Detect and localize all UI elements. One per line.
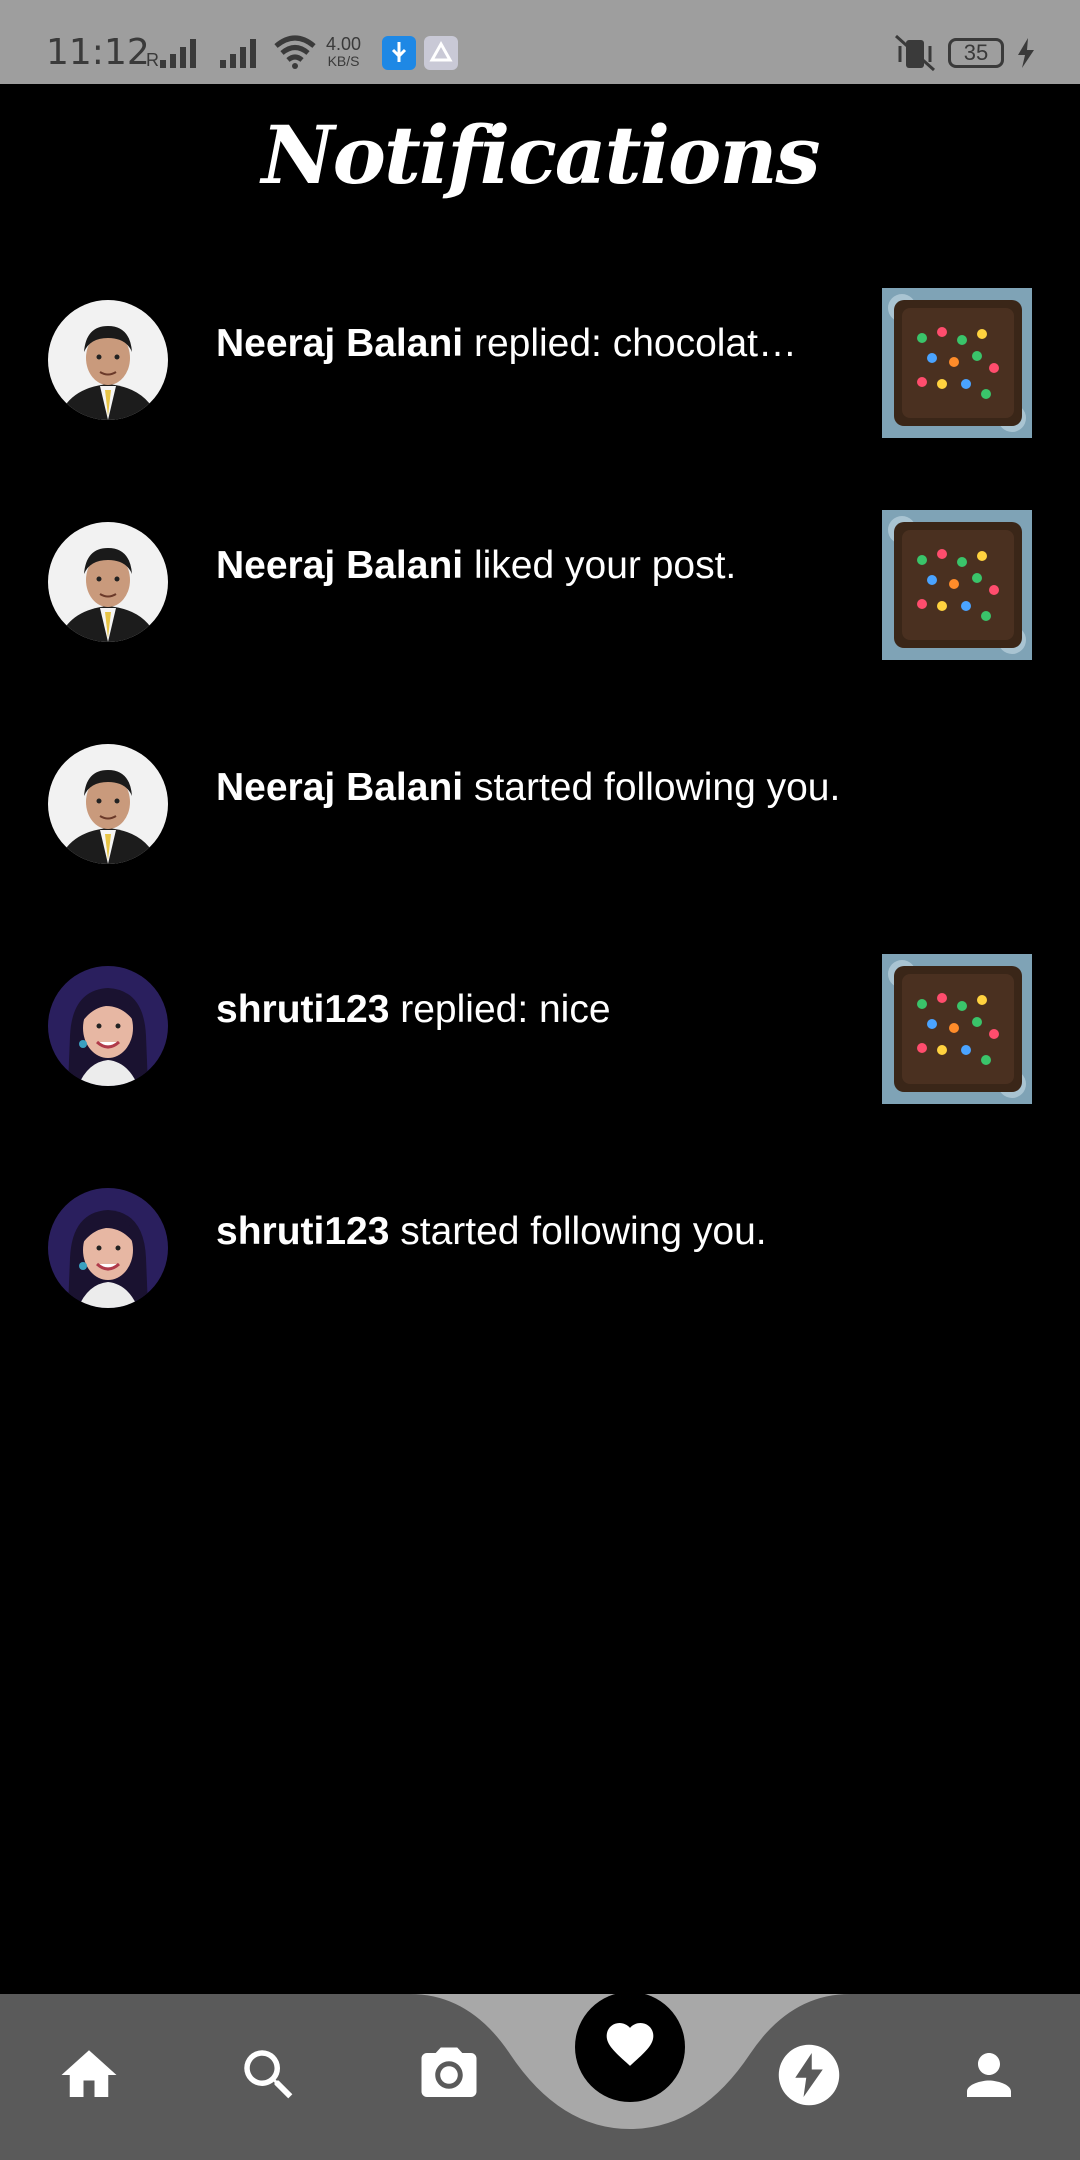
speed-value: 4.00 bbox=[326, 34, 362, 54]
notification-text: Neeraj Balani liked your post. bbox=[216, 544, 736, 588]
avatar[interactable] bbox=[48, 522, 168, 642]
signal-icon: R bbox=[146, 39, 196, 70]
signal-icon bbox=[220, 39, 256, 68]
notification-username[interactable]: Neeraj Balani bbox=[216, 322, 463, 365]
man-avatar-image bbox=[48, 522, 168, 642]
network-speed: 4.00 KB/S bbox=[326, 34, 362, 70]
roaming-indicator: R bbox=[146, 50, 159, 70]
wifi-icon bbox=[274, 35, 316, 69]
page-title: Notifications bbox=[261, 108, 820, 202]
search-icon[interactable] bbox=[236, 2042, 302, 2108]
post-thumbnail[interactable] bbox=[882, 288, 1032, 438]
avatar[interactable] bbox=[48, 744, 168, 864]
cake-thumbnail-image bbox=[882, 288, 1032, 438]
battery-level: 35 bbox=[963, 40, 989, 65]
notification-text: shruti123 started following you. bbox=[216, 1210, 767, 1254]
notification-item[interactable]: shruti123 replied: nice bbox=[0, 942, 1080, 1142]
cake-thumbnail-image bbox=[882, 954, 1032, 1104]
camera-icon[interactable] bbox=[416, 2042, 482, 2108]
cake-thumbnail-image bbox=[882, 510, 1032, 660]
notification-username[interactable]: shruti123 bbox=[216, 988, 389, 1031]
woman-avatar-image bbox=[48, 1188, 168, 1308]
person-icon[interactable] bbox=[956, 2042, 1022, 2108]
app-notification-icon bbox=[424, 36, 458, 70]
avatar[interactable] bbox=[48, 966, 168, 1086]
avatar[interactable] bbox=[48, 1188, 168, 1308]
home-icon[interactable] bbox=[56, 2042, 122, 2108]
notification-item[interactable]: shruti123 started following you. bbox=[0, 1164, 1080, 1364]
nav-bump bbox=[410, 1994, 850, 2129]
notification-message: liked your post. bbox=[463, 544, 737, 587]
post-thumbnail[interactable] bbox=[882, 510, 1032, 660]
usb-icon bbox=[382, 36, 416, 70]
notification-message: replied: nice bbox=[389, 988, 611, 1031]
notification-username[interactable]: Neeraj Balani bbox=[216, 544, 463, 587]
notification-item[interactable]: Neeraj Balani replied: chocolat… bbox=[0, 276, 1080, 476]
notification-username[interactable]: shruti123 bbox=[216, 1210, 389, 1253]
notification-text: Neeraj Balani started following you. bbox=[216, 766, 840, 810]
battery-icon: 35 bbox=[948, 38, 1004, 68]
notification-username[interactable]: Neeraj Balani bbox=[216, 766, 463, 809]
avatar[interactable] bbox=[48, 300, 168, 420]
notification-message: started following you. bbox=[463, 766, 841, 809]
notification-text: Neeraj Balani replied: chocolat… bbox=[216, 322, 797, 366]
post-thumbnail[interactable] bbox=[882, 954, 1032, 1104]
vibrate-off-icon bbox=[894, 34, 936, 72]
man-avatar-image bbox=[48, 300, 168, 420]
status-time: 11:12 bbox=[46, 32, 150, 73]
bottom-nav bbox=[0, 1994, 1080, 2160]
heart-icon bbox=[606, 2023, 654, 2066]
bolt-icon[interactable] bbox=[776, 2042, 842, 2108]
notification-message: replied: chocolat… bbox=[463, 322, 797, 365]
status-bar: 11:12 R 4.00 KB/S 35 bbox=[0, 0, 1080, 84]
charging-icon bbox=[1018, 38, 1034, 68]
notifications-tab-button[interactable] bbox=[575, 1992, 685, 2102]
notification-item[interactable]: Neeraj Balani liked your post. bbox=[0, 498, 1080, 698]
woman-avatar-image bbox=[48, 966, 168, 1086]
notification-text: shruti123 replied: nice bbox=[216, 988, 611, 1032]
man-avatar-image bbox=[48, 744, 168, 864]
speed-unit: KB/S bbox=[327, 53, 360, 69]
notification-message: started following you. bbox=[389, 1210, 767, 1253]
notification-item[interactable]: Neeraj Balani started following you. bbox=[0, 720, 1080, 920]
